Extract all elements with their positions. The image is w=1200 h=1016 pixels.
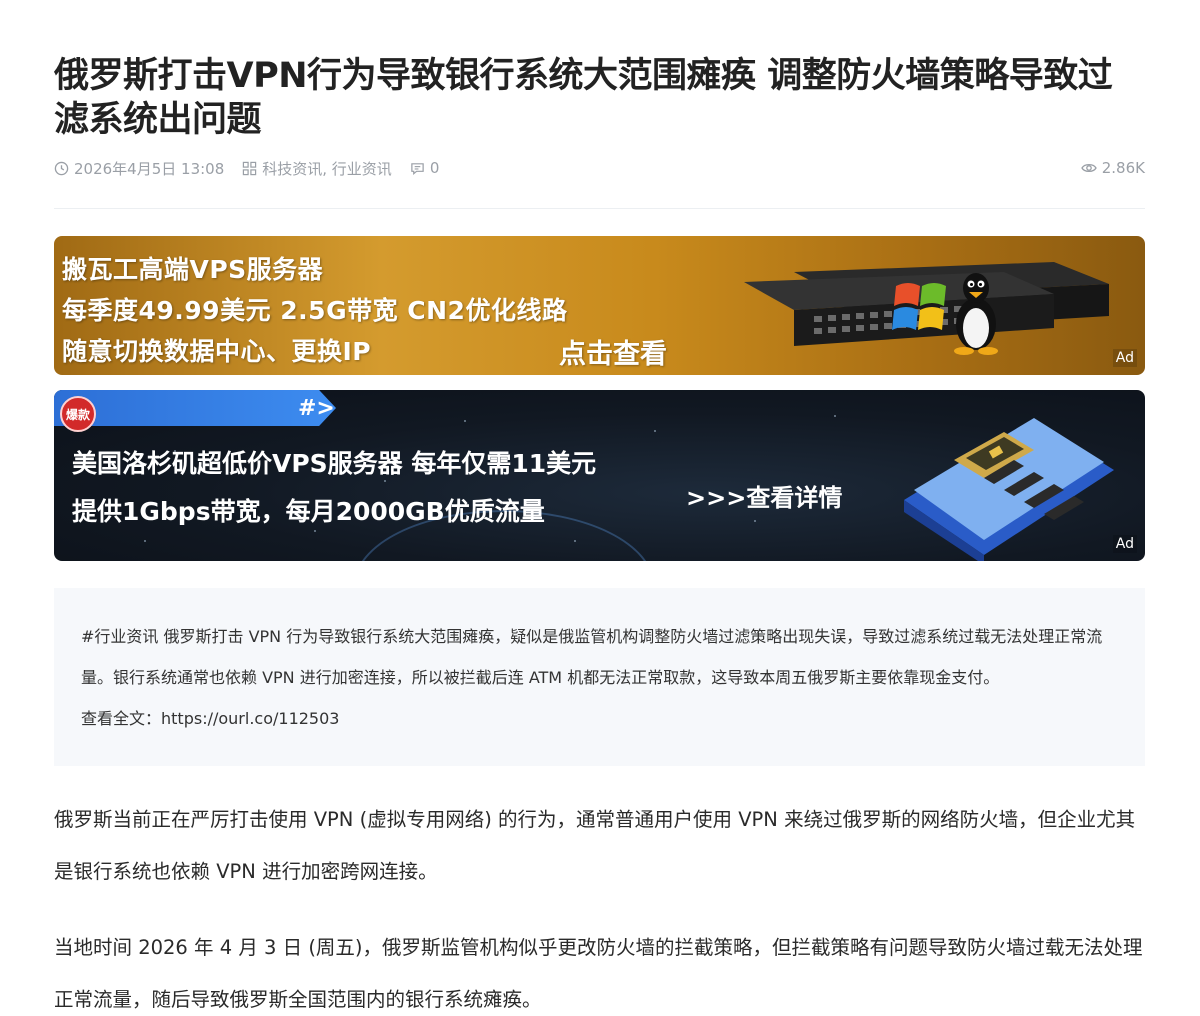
hot-badge: 爆款: [60, 396, 96, 432]
ad2-ribbon: [54, 390, 336, 426]
comment-count[interactable]: 0: [430, 159, 440, 177]
clock-icon: [54, 161, 69, 175]
article-paragraph: 当地时间 2026 年 4 月 3 日 (周五)，俄罗斯监管机构似乎更改防火墙的…: [54, 936, 1143, 1011]
ad2-ad-label: Ad: [1112, 535, 1137, 553]
ad2-hash-mark: #>: [298, 396, 335, 421]
summary-source-link[interactable]: https://ourl.co/112503: [161, 709, 339, 728]
category-links[interactable]: 科技资讯, 行业资讯: [262, 158, 392, 179]
article-meta: 2026年4月5日 13:08 科技资讯, 行业资讯 0 2.86K: [54, 157, 1145, 179]
comment-icon: [411, 162, 424, 175]
summary-text: #行业资讯 俄罗斯打击 VPN 行为导致银行系统大范围瘫痪，疑似是俄监管机构调整…: [81, 627, 1103, 687]
category-grid-icon: [243, 161, 257, 175]
ad2-cta[interactable]: >>>查看详情: [686, 478, 842, 513]
ad2-bandwidth-line: 提供1Gbps带宽，每月2000GB优质流量: [72, 497, 545, 526]
ad1-feature-line: 随意切换数据中心、更换IP: [62, 337, 372, 366]
article-page: 俄罗斯打击VPN行为导致银行系统大范围瘫痪 调整防火墙策略导致过滤系统出问题 2…: [0, 0, 1200, 1016]
server-chip-image: [904, 418, 1114, 561]
ad1-price-line: 每季度49.99美元 2.5G带宽 CN2优化线路: [62, 296, 568, 325]
publish-date: 2026年4月5日 13:08: [74, 159, 225, 178]
server-switch-image: [744, 262, 1109, 355]
article-summary: #行业资讯 俄罗斯打击 VPN 行为导致银行系统大范围瘫痪，疑似是俄监管机构调整…: [54, 588, 1145, 766]
bandwagon-vps-ad-banner[interactable]: 搬瓦工高端VPS服务器 每季度49.99美元 2.5G带宽 CN2优化线路 随意…: [54, 236, 1145, 375]
summary-link-label: 查看全文：: [81, 709, 162, 728]
eye-icon: [1081, 163, 1097, 173]
view-count: 2.86K: [1101, 159, 1145, 177]
date-item: 2026年4月5日 13:08: [54, 158, 224, 179]
views-item: 2.86K: [1081, 157, 1145, 179]
comments-item[interactable]: 0: [410, 159, 440, 177]
ad1-ad-label: Ad: [1112, 349, 1137, 367]
ad2-headline: 美国洛杉矶超低价VPS服务器 每年仅需11美元: [72, 449, 597, 478]
ad1-headline: 搬瓦工高端VPS服务器: [62, 255, 324, 284]
article-title: 俄罗斯打击VPN行为导致银行系统大范围瘫痪 调整防火墙策略导致过滤系统出问题: [54, 56, 1113, 140]
la-vps-ad-banner[interactable]: 爆款 #> 美国洛杉矶超低价VPS服务器 每年仅需11美元 提供1Gbps带宽，…: [54, 390, 1145, 561]
meta-divider: [54, 208, 1145, 209]
ad1-cta[interactable]: 点击查看: [559, 332, 667, 371]
summary-link-row: 查看全文：https://ourl.co/112503: [81, 698, 1117, 739]
category-item[interactable]: 科技资讯, 行业资讯: [242, 158, 392, 179]
article-paragraph: 俄罗斯当前正在严厉打击使用 VPN (虚拟专用网络) 的行为，通常普通用户使用 …: [54, 808, 1136, 883]
